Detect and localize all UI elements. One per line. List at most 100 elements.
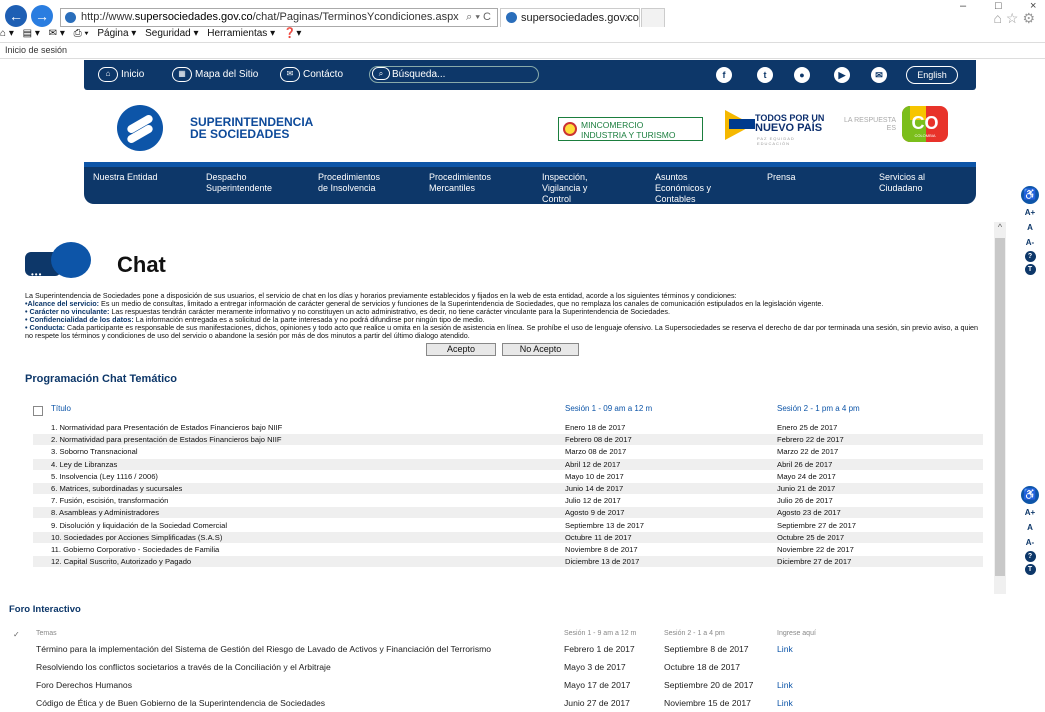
help-icon[interactable]: ❓▾ [284,28,301,39]
site-name-line2: DE SOCIEDADES [190,127,290,141]
mainnav-item-inspeccion[interactable]: Inspección, Vigilancia y Control [542,172,588,205]
twitter-icon[interactable]: t [757,67,773,83]
header-title[interactable]: Título [51,404,71,413]
english-button[interactable]: English [906,66,958,84]
foro-link[interactable]: Link [777,640,793,658]
home-icon[interactable]: ⌂ ▾ [0,28,14,39]
foro-date: Septiembre 20 de 2017 [664,680,754,690]
scrollbar-thumb[interactable] [995,238,1005,576]
tools-menu[interactable]: Herramientas ▾ [207,28,275,39]
font-decrease-icon[interactable]: A- [1023,536,1037,549]
iframe-scrollbar[interactable]: ^ [994,222,1006,594]
mainnav-label: Control [542,194,572,204]
row-date: Diciembre 27 de 2017 [777,557,852,567]
browser-tab[interactable]: supersociedades.gov.co × [500,8,640,27]
mincomercio-logo[interactable]: MINCOMERCIO INDUSTRIA Y TURISMO [558,117,703,141]
row-title: 8. Asambleas y Administradores [51,508,160,518]
header-session2[interactable]: Sesión 2 - 1 pm a 4 pm [777,404,860,413]
foro-link[interactable]: Link [777,676,793,694]
flickr-icon[interactable]: ● [794,67,810,83]
print-icon[interactable]: ⎙ ▾ [74,28,89,39]
text-icon[interactable]: T [1024,264,1036,275]
mainnav-item-servicios[interactable]: Servicios al Ciudadano [879,172,925,194]
mainnav-item-prensa[interactable]: Prensa [767,172,796,183]
tab-close-icon[interactable]: × [625,9,631,27]
reject-button[interactable]: No Acepto [502,343,579,356]
back-arrow-icon[interactable]: ← [5,5,27,27]
header-session1[interactable]: Sesión 1 - 09 am a 12 m [565,404,652,413]
font-decrease-icon[interactable]: A- [1023,236,1037,249]
table-row: 3. Soborno Transnacional Marzo 08 de 2017… [33,446,983,457]
font-normal-icon[interactable]: A [1023,221,1037,234]
nav-sitemap[interactable]: ▦ Mapa del Sitio [172,67,258,83]
foro-row: Código de Ética y de Buen Gobierno de la… [13,694,913,712]
mainnav-label: Económicos y [655,183,712,193]
accept-button[interactable]: Acepto [426,343,496,356]
foro-header-session1[interactable]: Sesión 1 - 9 am a 12 m [564,630,636,637]
mainnav-item-insolvencia[interactable]: Procedimientos de Insolvencia [318,172,380,194]
row-title: 10. Sociedades por Acciones Simplificada… [51,532,223,542]
row-date: Octubre 25 de 2017 [777,532,845,542]
help-icon[interactable]: ? [1024,251,1036,262]
foro-header-link[interactable]: Ingrese aquí [777,630,816,637]
row-date: Febrero 22 de 2017 [777,435,844,445]
respuesta-text: LA RESPUESTA ES [844,117,897,132]
foro-date: Febrero 1 de 2017 [564,644,635,654]
mainnav-item-asuntos[interactable]: Asuntos Económicos y Contables [655,172,711,205]
term-item: • Conducta: Cada participante es respons… [25,324,979,340]
row-date: Septiembre 27 de 2017 [777,520,856,530]
nav-home[interactable]: ⌂ Inicio [98,67,144,83]
login-link[interactable]: Inicio de sesión [5,45,67,55]
page-menu[interactable]: Página ▾ [97,28,136,39]
search-input[interactable]: ⌕ Búsqueda... [369,66,539,83]
colombia-co-logo[interactable]: CO COLOMBIA [902,106,948,142]
feeds-icon[interactable]: ▤ ▾ [23,28,40,39]
todos-por-un-nuevo-pais-logo[interactable]: TODOS POR UN NUEVO PAÍS PAZ EQUIDAD EDUC… [725,108,825,146]
wheelchair-icon[interactable]: ♿ [1021,486,1039,504]
forward-arrow-icon[interactable]: → [31,5,53,27]
text-icon[interactable]: T [1024,564,1036,575]
font-increase-icon[interactable]: A+ [1023,206,1037,219]
mainnav-item-mercantiles[interactable]: Procedimientos Mercantiles [429,172,491,194]
foro-header-session2[interactable]: Sesión 2 - 1 a 4 pm [664,630,725,637]
mail-icon[interactable]: ✉ ▾ [49,28,65,39]
help-icon[interactable]: ? [1024,551,1036,562]
font-normal-icon[interactable]: A [1023,521,1037,534]
address-bar[interactable]: http://www.supersociedades.gov.co/chat/P… [60,8,498,27]
wheelchair-icon[interactable]: ♿ [1021,186,1039,204]
nav-home-label: Inicio [121,69,145,81]
mainnav-label: Procedimientos [318,172,381,182]
chat-header: ••• Chat [25,242,166,282]
checkmark-icon[interactable]: ✓ [13,630,20,639]
foro-link[interactable]: Link [777,694,793,712]
tab-title: supersociedades.gov.co [521,12,639,24]
nav-contact[interactable]: ✉ Contácto [280,67,343,83]
foro-date: Mayo 3 de 2017 [564,662,626,672]
toolbar-icons-home-star-gear-icon[interactable]: ⌂☆⚙ [993,10,1039,27]
scroll-up-icon[interactable]: ^ [994,222,1006,236]
mail-icon[interactable]: ✉ [871,67,887,83]
mainnav-label: de Insolvencia [318,183,376,193]
foro-header-temas[interactable]: Temas [36,630,57,637]
address-controls[interactable]: ⌕ ▾ C [466,9,491,26]
font-increase-icon[interactable]: A+ [1023,506,1037,519]
command-bar: ⌂ ▾ ▤ ▾ ✉ ▾ ⎙ ▾ Página ▾ Seguridad ▾ Her… [0,28,420,42]
youtube-icon[interactable]: ▶ [834,67,850,83]
new-tab-button[interactable] [641,8,665,27]
minimize-icon[interactable]: – [960,0,966,12]
supersociedades-logo-icon[interactable] [117,105,163,151]
mainnav-item-despacho[interactable]: Despacho Superintendente [206,172,272,194]
facebook-icon[interactable]: f [716,67,732,83]
row-title: 4. Ley de Libranzas [51,459,118,469]
foro-topic: Término para la implementación del Siste… [36,644,492,654]
row-title: 1. Normatividad para Presentación de Est… [51,423,283,432]
todos-line3: PAZ EQUIDAD EDUCACIÓN [757,136,795,146]
mainnav-item-nuestra-entidad[interactable]: Nuestra Entidad [93,172,158,183]
select-all-checkbox[interactable] [33,406,43,416]
row-date: Agosto 9 de 2017 [565,508,625,518]
row-date: Noviembre 22 de 2017 [777,545,854,554]
site-name[interactable]: SUPERINTENDENCIA DE SOCIEDADES [190,116,360,140]
row-date: Julio 12 de 2017 [565,496,621,506]
security-menu[interactable]: Seguridad ▾ [145,28,198,39]
row-title: 12. Capital Suscrito, Autorizado y Pagad… [51,557,192,567]
